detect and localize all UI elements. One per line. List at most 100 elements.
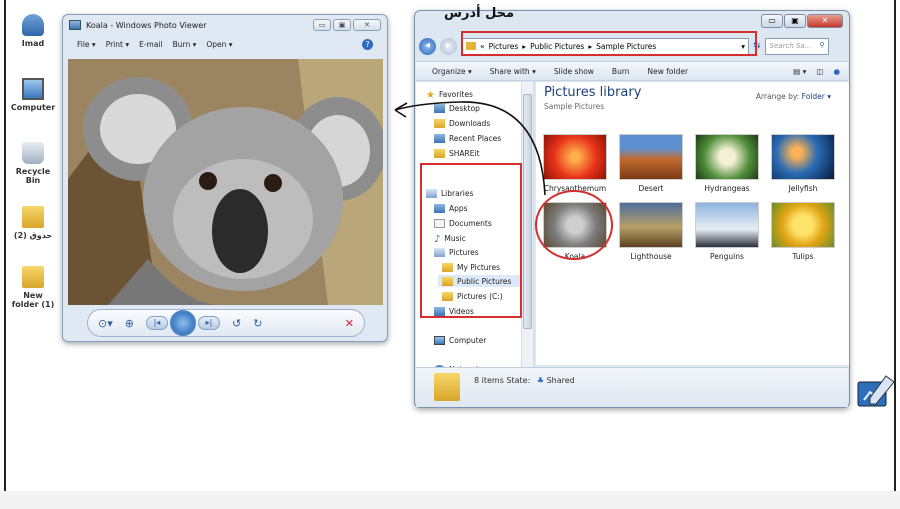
search-placeholder: Search Sa... [769,41,812,50]
minimize-button[interactable]: ▭ [761,14,783,28]
tulips-image [771,202,835,248]
arrange-value[interactable]: Folder ▾ [802,92,831,101]
desktop-icon-user[interactable]: Imad [10,14,56,48]
thumbnail-jellyfish[interactable]: Jellyfish [768,134,838,193]
state-value: Shared [546,376,575,385]
window-controls: ▭ ▣ ✕ [761,14,843,28]
desktop-icon-label: Computer [10,103,56,112]
computer-icon [434,335,445,345]
command-bar: Organize ▾ Share with ▾ Slide show Burn … [416,61,848,81]
hydrangeas-image [695,134,759,180]
desktop-icon-label: حدوق (2) [13,231,53,240]
window-controls: ▭ ▣ ✕ [313,19,381,31]
desert-image [619,134,683,180]
thumbnail-penguins[interactable]: Penguins [692,202,762,261]
burn-button[interactable]: Burn [612,67,630,76]
thumbnail-tulips[interactable]: Tulips [768,202,838,261]
thumbnail-label: Desert [638,184,664,193]
preview-pane-icon[interactable]: ◫ [816,67,823,76]
next-button[interactable]: ▸| [197,316,220,330]
state-label: State: [506,376,531,385]
photo-viewer-app-icon [69,20,81,30]
folder-icon [22,266,44,288]
desktop-icon-label: Recycle Bin [15,167,51,185]
share-with-button[interactable]: Share with ▾ [490,67,536,76]
desktop-icon-new-folder[interactable]: New folder (1) [10,266,56,309]
nav-scrollbar[interactable] [521,82,533,382]
photo-viewer-title: Koala - Windows Photo Viewer [86,20,207,30]
menu-print[interactable]: Print ▾ [106,40,129,49]
folder-icon [434,373,460,401]
nav-shareit[interactable]: SHAREit [434,147,480,159]
chrysanthemum-image [543,134,607,180]
nav-downloads[interactable]: Downloads [434,117,490,129]
playback-group: |◂ ▸| [145,310,220,336]
desktop-icon [434,103,445,113]
slideshow-button[interactable] [169,310,196,336]
menu-burn[interactable]: Burn ▾ [173,40,197,49]
thumbnail-chrysanthemum[interactable]: Chrysanthemum [540,134,610,193]
user-folder-icon [22,14,44,36]
photo-viewer-titlebar[interactable]: Koala - Windows Photo Viewer ▭ ▣ ✕ [63,15,387,35]
menu-email[interactable]: E-mail [139,40,163,49]
delete-icon[interactable]: ✕ [345,317,354,330]
recycle-bin-icon [22,142,44,164]
downloads-icon [434,118,445,128]
shared-icon: ♣ [536,376,545,385]
koala-highlight [535,190,613,260]
folder-icon [22,206,44,228]
organize-button[interactable]: Organize ▾ [432,67,472,76]
arabic-annotation: محل أدرس [444,6,515,21]
previous-button[interactable]: |◂ [145,316,168,330]
recent-places-icon [434,133,445,143]
details-text: 8 items State: ♣ Shared [474,376,575,385]
maximize-button[interactable]: ▣ [784,14,806,28]
menu-file[interactable]: File ▾ [77,40,96,49]
search-icon[interactable]: ⚲ [819,41,824,49]
slide-show-button[interactable]: Slide show [554,67,594,76]
nav-desktop[interactable]: Desktop [434,102,480,114]
view-options-icon[interactable]: ▤ ▾ [793,67,806,76]
minimize-button[interactable]: ▭ [313,19,331,31]
photo-viewer-controls: ⊙▾ ⊕ |◂ ▸| ↺ ↻ ✕ [87,309,365,337]
rotate-cw-icon[interactable]: ↻ [253,317,262,330]
help-icon[interactable]: ? [362,38,373,50]
desktop-icon-recycle-bin[interactable]: Recycle Bin [10,142,56,185]
scrollbar-thumb[interactable] [523,94,532,329]
folder-icon [434,148,445,158]
new-folder-button[interactable]: New folder [648,67,689,76]
details-pane: 8 items State: ♣ Shared [416,367,848,407]
penguins-image [695,202,759,248]
nav-computer[interactable]: Computer [434,334,486,346]
nav-label: Downloads [449,118,491,128]
desktop-icon-label: New folder (1) [11,291,55,309]
forward-icon[interactable]: ▸ [440,37,457,55]
desktop-icon-folder-2[interactable]: حدوق (2) [10,206,56,240]
close-button[interactable]: ✕ [807,14,843,28]
desktop-icon-computer[interactable]: Computer [10,78,56,112]
close-button[interactable]: ✕ [353,19,381,31]
arrange-by[interactable]: Arrange by: Folder ▾ [756,92,831,101]
pen-tablet-icon[interactable] [856,374,896,410]
nav-favorites[interactable]: ★ Favorites [426,88,473,101]
thumbnail-hydrangeas[interactable]: Hydrangeas [692,134,762,193]
menu-open[interactable]: Open ▾ [206,40,232,49]
nav-label: Desktop [449,103,480,113]
thumbnail-lighthouse[interactable]: Lighthouse [616,202,686,261]
help-icon[interactable]: ● [833,67,840,76]
back-icon[interactable]: ◂ [419,37,436,55]
view-controls: ▤ ▾ ◫ ● [793,67,840,76]
actual-size-icon[interactable]: ⊕ [125,317,134,330]
search-input[interactable]: Search Sa... ⚲ [764,37,829,55]
library-subtitle: Sample Pictures [544,102,605,111]
rotate-ccw-icon[interactable]: ↺ [232,317,241,330]
library-title: Pictures library [544,85,642,100]
desktop-icon-label: Imad [21,39,45,48]
maximize-button[interactable]: ▣ [333,19,351,31]
computer-icon [22,78,44,100]
thumbnail-desert[interactable]: Desert [616,134,686,193]
nav-label: Recent Places [449,133,502,143]
zoom-icon[interactable]: ⊙▾ [98,317,113,330]
nav-recent-places[interactable]: Recent Places [434,132,501,144]
star-icon: ★ [426,89,435,101]
